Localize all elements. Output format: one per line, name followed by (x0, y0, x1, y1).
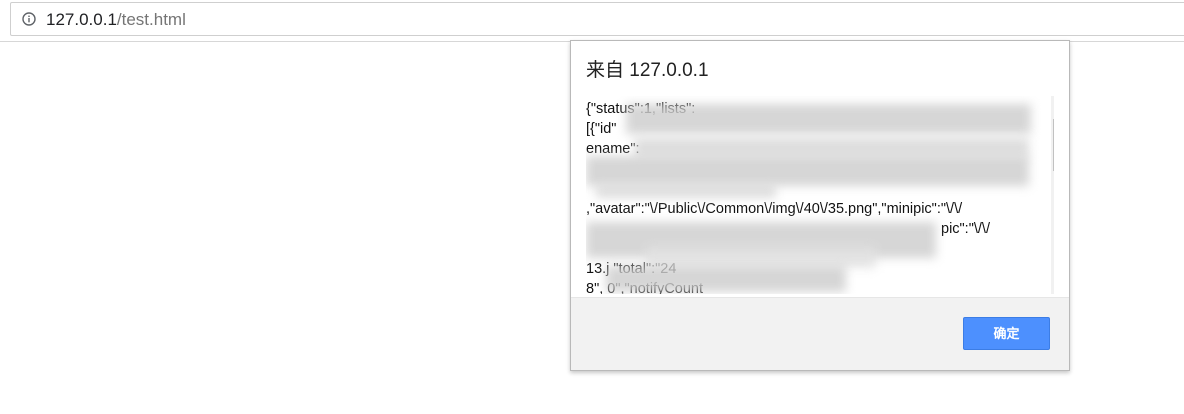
scroll-thumb[interactable] (1053, 119, 1054, 171)
redaction-blur (606, 266, 846, 292)
ok-button[interactable]: 确定 (963, 317, 1050, 350)
message-scrollbar[interactable]: ▲ ▼ (1051, 96, 1054, 294)
redaction-blur (586, 156, 1029, 186)
scroll-down-arrow-icon[interactable]: ▼ (1051, 278, 1054, 294)
alert-dialog: 来自 127.0.0.1 {"status":1,"lists": [{"id"… (570, 40, 1070, 371)
address-bar[interactable]: 127.0.0.1/test.html (10, 2, 1184, 36)
url-text[interactable]: 127.0.0.1/test.html (46, 9, 186, 31)
message-area[interactable]: {"status":1,"lists": [{"id" ename": ,"av… (586, 96, 1054, 294)
scroll-up-arrow-icon[interactable]: ▲ (1051, 96, 1054, 112)
redaction-blur (626, 104, 1031, 134)
message-line: ,"avatar":"\/Public\/Common\/img\/40\/35… (586, 201, 963, 217)
url-path: /test.html (116, 10, 186, 29)
redaction-blur (646, 246, 876, 268)
redaction-blur (634, 138, 1029, 158)
redaction-blur (596, 184, 776, 198)
url-host: 127.0.0.1 (46, 10, 117, 29)
dialog-title: 来自 127.0.0.1 (586, 60, 709, 81)
info-icon[interactable] (22, 12, 36, 26)
dialog-footer: 确定 (571, 298, 1069, 370)
